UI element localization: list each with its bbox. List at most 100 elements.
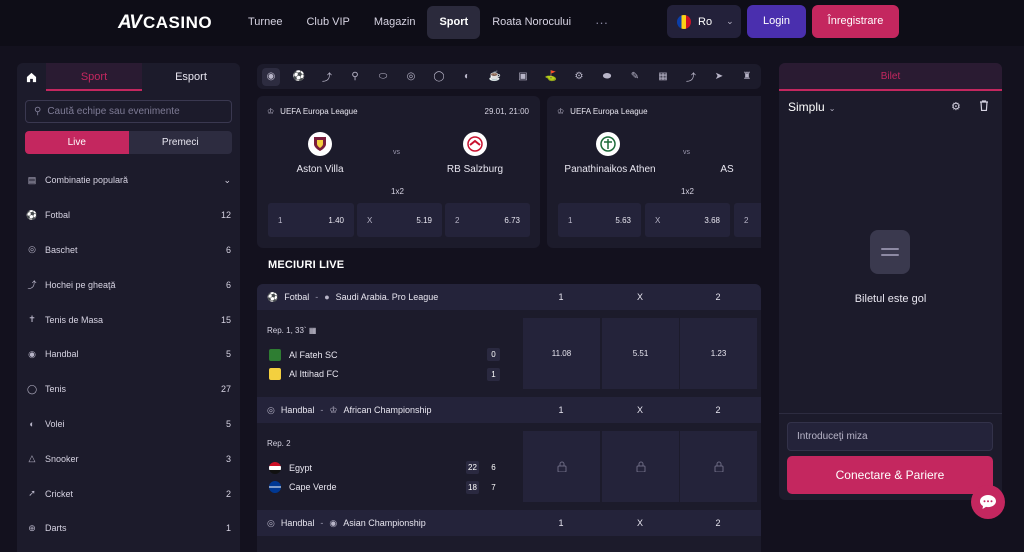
league-header[interactable]: ◎ Handbal - ♔ African Championship 1 X 2 (257, 397, 761, 423)
chess-icon[interactable]: ♜ (738, 68, 756, 86)
odd-button[interactable]: 2 6.73 (445, 203, 530, 237)
home-set-score: 6 (491, 463, 496, 472)
tab-esport[interactable]: Esport (142, 63, 240, 91)
bet-mode-select[interactable]: Simplu ⌄ (788, 100, 835, 114)
sidebar-item-snooker[interactable]: △ Snooker 3 (17, 441, 240, 476)
home-team: Panathinaikos Athen (564, 164, 656, 175)
search-input[interactable]: ⚲ Caută echipe sau evenimente (25, 100, 232, 123)
nav-club-vip[interactable]: Club VIP (294, 6, 361, 39)
odd-cell-x[interactable]: 5.51 (602, 318, 679, 389)
tennis-icon[interactable]: ◯ (430, 68, 448, 86)
odd-button[interactable]: X 3.68 (645, 203, 730, 237)
lock-icon (523, 431, 600, 502)
sidebar-item-fotbal[interactable]: ⚽ Fotbal 12 (17, 198, 240, 233)
sidebar-item-baschet[interactable]: ◎ Baschet 6 (17, 233, 240, 268)
toggle-prematch[interactable]: Premeci (128, 131, 232, 154)
match-period: Rep. 1, 33` ▦ (267, 326, 317, 335)
nav-roata-norocului[interactable]: Roata Norocului (480, 6, 583, 39)
golf-icon[interactable]: ⛳ (542, 68, 560, 86)
cape-verde-flag-icon (269, 481, 281, 493)
pen-icon[interactable]: ✎ (626, 68, 644, 86)
stake-input[interactable]: Introduceţi miza (787, 422, 993, 451)
trophy-icon: ♔ (267, 107, 275, 116)
live-prematch-toggle: Live Premeci (25, 131, 232, 154)
waterpolo-icon[interactable]: ⚙ (570, 68, 588, 86)
handball-icon[interactable]: ◎ (402, 68, 420, 86)
gear-icon[interactable]: ⚙ (951, 100, 961, 113)
vs-label: vs (683, 149, 690, 156)
table-tennis-icon[interactable]: ⚲ (346, 68, 364, 86)
handball-icon: ◉ (28, 348, 36, 359)
sidebar-tabs: Sport Esport (17, 63, 240, 91)
nav-magazin[interactable]: Magazin (362, 6, 428, 39)
sidebar-item-hochei[interactable]: ⤴ Hochei pe gheaţă 6 (17, 267, 240, 302)
connect-and-bet-button[interactable]: Conectare & Pariere (787, 456, 993, 494)
register-button[interactable]: Înregistrare (812, 5, 899, 38)
home-team[interactable]: Egypt (269, 462, 312, 474)
cup-icon[interactable]: ☕ (486, 68, 504, 86)
login-button[interactable]: Login (747, 5, 806, 38)
language-selector[interactable]: Ro ⌄ (667, 5, 741, 38)
hockey-stick-icon[interactable]: ⤴ (682, 68, 700, 86)
chevron-down-icon: ⌄ (223, 174, 231, 185)
betslip-title[interactable]: Bilet (779, 63, 1002, 91)
sidebar-item-volei[interactable]: ◐ Volei 5 (17, 407, 240, 442)
sidebar-item-cricket[interactable]: ➚ Cricket 2 (17, 476, 240, 511)
sidebar-item-darts[interactable]: ⊕ Darts 1 (17, 511, 240, 546)
rb-salzburg-logo-icon (463, 132, 487, 156)
away-team[interactable]: Cape Verde (269, 481, 337, 493)
logo[interactable]: AV CASINO (118, 12, 212, 34)
live-icon[interactable]: ◉ (262, 67, 280, 86)
league-header[interactable]: ◎ Handbal - ◉ Asian Championship 1 X 2 (257, 510, 761, 536)
football-icon[interactable]: ⬬ (598, 68, 616, 86)
match-period: Rep. 2 (267, 439, 291, 448)
sidebar-item-tenis[interactable]: ◯ Tenis 27 (17, 372, 240, 407)
sport-icon-strip: ◉ ⚽ ⤴ ⚲ ⬭ ◎ ◯ ◐ ☕ ▣ ⛳ ⚙ ⬬ ✎ ▦ ⤴ ➤ ♜ (257, 64, 761, 89)
tab-sport[interactable]: Sport (46, 63, 142, 91)
sidebar-item-tenis-de-masa[interactable]: ✝ Tenis de Masa 15 (17, 302, 240, 337)
odd-cell-1[interactable]: 11.08 (523, 318, 600, 389)
odd-cell-2[interactable]: 1.23 (680, 318, 757, 389)
sidebar-item-handbal[interactable]: ◉ Handbal 5 (17, 337, 240, 372)
snooker-icon: △ (28, 453, 36, 464)
odd-button[interactable]: 2 (734, 203, 761, 237)
home-icon[interactable] (17, 63, 46, 91)
nav-sport[interactable]: Sport (427, 6, 481, 39)
col-2: 2 (715, 292, 721, 302)
trash-icon[interactable] (979, 100, 989, 114)
language-label: Ro (698, 15, 713, 28)
aston-villa-logo-icon (308, 132, 332, 156)
volleyball-icon[interactable]: ◐ (458, 68, 476, 86)
badminton-icon[interactable]: ➤ (710, 68, 728, 86)
soccer-icon[interactable]: ⚽ (290, 68, 308, 86)
nav-turnee[interactable]: Turnee (236, 6, 294, 39)
board-icon[interactable]: ▦ (654, 68, 672, 86)
odd-button[interactable]: 1 5.63 (558, 203, 641, 237)
rugby-icon[interactable]: ⬭ (374, 68, 392, 86)
chevron-down-icon: ⌄ (726, 16, 734, 26)
chat-icon[interactable] (971, 485, 1005, 519)
boxing-icon[interactable]: ▣ (514, 68, 532, 86)
asian-championship-icon: ◉ (329, 517, 338, 528)
vs-label: vs (393, 149, 400, 156)
odd-button[interactable]: 1 1.40 (268, 203, 354, 237)
volleyball-icon: ◐ (29, 418, 35, 429)
col-1: 1 (558, 292, 564, 302)
sidebar-item-combinatie[interactable]: ▤ Combinatie populară ⌄ (17, 163, 240, 198)
tennis-icon: ◯ (26, 383, 38, 394)
hockey-icon[interactable]: ⤴ (318, 68, 336, 86)
away-team[interactable]: Al Ittihad FC (269, 368, 339, 380)
ticket-icon (870, 230, 910, 274)
home-team[interactable]: Al Fateh SC (269, 349, 338, 361)
logo-mark: AV (118, 12, 142, 33)
odd-button[interactable]: X 5.19 (357, 203, 442, 237)
league-header[interactable]: ⚽ Fotbal - ● Saudi Arabia. Pro League 1 … (257, 284, 761, 310)
darts-icon: ⊕ (28, 522, 36, 533)
basketball-icon: ◎ (28, 244, 36, 255)
toggle-live[interactable]: Live (25, 131, 129, 154)
stats-icon[interactable]: ▦ (309, 326, 317, 335)
al-fateh-logo-icon (269, 349, 281, 361)
handball-icon: ◎ (267, 517, 275, 528)
more-icon[interactable]: ··· (583, 6, 620, 39)
market-label: 1x2 (391, 187, 404, 196)
